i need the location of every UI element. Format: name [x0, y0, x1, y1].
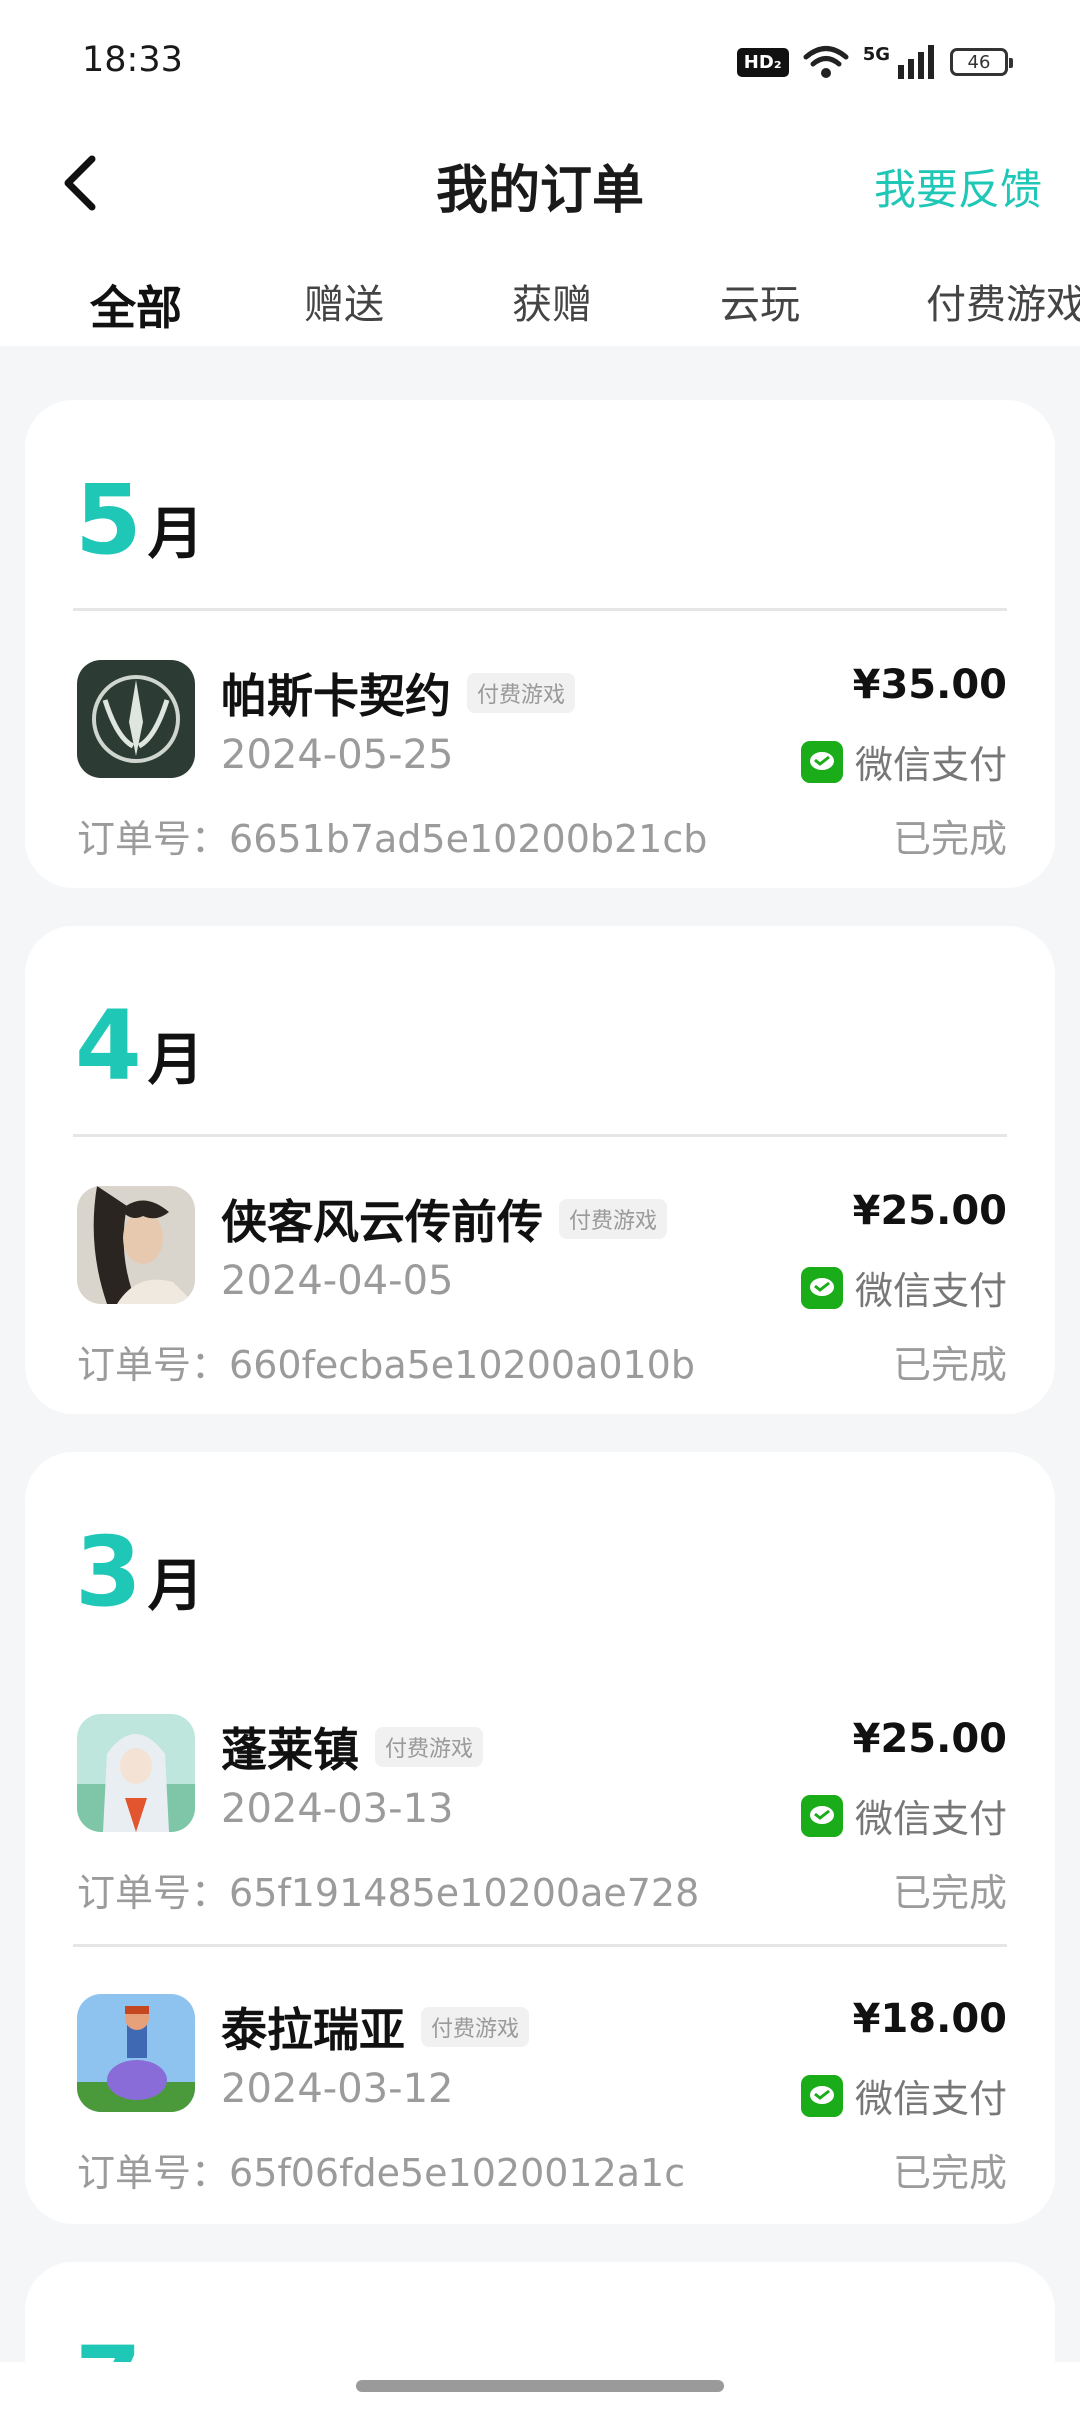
order-price: ¥35.00	[852, 662, 1007, 708]
tab-gift[interactable]: 赠送	[304, 272, 384, 330]
game-title: 蓬莱镇	[221, 1723, 359, 1777]
paid-game-tag: 付费游戏	[375, 1727, 484, 1767]
game-name: 泰拉瑞亚 付费游戏	[221, 1994, 530, 2060]
order-status: 已完成	[892, 1871, 1007, 1915]
month-unit: 月	[147, 502, 204, 567]
order-number: 订单号：65f06fde5e1020012a1c	[77, 2142, 685, 2197]
payment-method: 微信支付	[800, 2068, 1007, 2123]
payment-method: 微信支付	[800, 1788, 1007, 1843]
order-number-prefix: 订单号：	[77, 2151, 230, 2195]
month-header: 5 月	[75, 472, 204, 570]
order-item[interactable]: 侠客风云传前传 付费游戏 2024-04-05 订单号：660fecba5e10…	[25, 1186, 1055, 1426]
tab-paid-games[interactable]: 付费游戏	[926, 272, 1080, 330]
order-tabs: 全部 赠送 获赠 云玩 付费游戏	[0, 272, 1080, 342]
tab-all[interactable]: 全部	[90, 272, 182, 338]
status-time: 18:33	[82, 40, 183, 80]
order-item[interactable]: 蓬莱镇 付费游戏 2024-03-13 订单号：65f191485e10200a…	[25, 1714, 1055, 1954]
game-title: 泰拉瑞亚	[221, 2003, 405, 2057]
order-number: 订单号：65f191485e10200ae728	[77, 1862, 699, 1917]
divider	[73, 1134, 1007, 1137]
game-title: 帕斯卡契约	[221, 669, 451, 723]
signal-bars-icon	[898, 45, 934, 79]
back-arrow-icon	[64, 155, 96, 211]
month-unit: 月	[147, 1028, 204, 1093]
wechat-pay-icon	[800, 2074, 843, 2117]
order-status: 已完成	[892, 817, 1007, 861]
order-date: 2024-03-13	[221, 1786, 454, 1832]
wechat-pay-icon	[800, 1266, 843, 1309]
order-item[interactable]: 泰拉瑞亚 付费游戏 2024-03-12 订单号：65f06fde5e10200…	[25, 1994, 1055, 2234]
payment-label: 微信支付	[854, 743, 1007, 787]
payment-label: 微信支付	[854, 2077, 1007, 2121]
order-number-value: 65f191485e10200ae728	[229, 1871, 700, 1915]
battery-icon: 46	[950, 48, 1013, 76]
month-card-may: 5 月 帕斯卡契约 付费游戏 2024-05-25 订单号：6651b7ad5e…	[25, 400, 1055, 888]
order-price: ¥18.00	[852, 1996, 1007, 2042]
order-number-prefix: 订单号：	[77, 1343, 230, 1387]
order-number-prefix: 订单号：	[77, 1871, 230, 1915]
order-price: ¥25.00	[852, 1716, 1007, 1762]
battery-level: 46	[967, 51, 991, 73]
order-date: 2024-03-12	[221, 2066, 454, 2112]
month-number: 3	[75, 1516, 142, 1628]
hd-badge: HD₂	[736, 47, 789, 77]
order-date: 2024-04-05	[221, 1258, 454, 1304]
divider	[73, 1944, 1007, 1947]
month-header: 4 月	[75, 998, 204, 1096]
game-name: 帕斯卡契约 付费游戏	[221, 660, 576, 726]
month-card-april: 4 月 侠客风云传前传 付费游戏 2024-04-05 订单号：660fecba…	[25, 926, 1055, 1414]
divider	[73, 608, 1007, 611]
status-icons: HD₂ 5G 46	[736, 44, 1013, 80]
order-item[interactable]: 帕斯卡契约 付费游戏 2024-05-25 订单号：6651b7ad5e1020…	[25, 660, 1055, 900]
month-header: 3 月	[75, 1524, 204, 1622]
order-number-value: 660fecba5e10200a010b	[229, 1343, 695, 1387]
pascal-contract-game-icon	[77, 660, 195, 778]
feedback-link[interactable]: 我要反馈	[874, 156, 1042, 217]
paid-game-tag: 付费游戏	[467, 673, 576, 713]
paid-game-tag: 付费游戏	[421, 2007, 530, 2047]
wechat-pay-icon	[800, 1794, 843, 1837]
wifi-icon	[803, 46, 849, 78]
payment-label: 微信支付	[854, 1269, 1007, 1313]
paid-game-tag: 付费游戏	[559, 1199, 668, 1239]
month-number: 4	[75, 990, 142, 1102]
month-number: 5	[75, 464, 142, 576]
game-name: 蓬莱镇 付费游戏	[221, 1714, 484, 1780]
month-card-march: 3 月 蓬莱镇 付费游戏 2024-03-13 订单号：65f191485e10…	[25, 1452, 1055, 2224]
order-number-prefix: 订单号：	[77, 817, 230, 861]
tab-cloud-play[interactable]: 云玩	[720, 272, 800, 330]
payment-method: 微信支付	[800, 734, 1007, 789]
order-number-value: 65f06fde5e1020012a1c	[229, 2151, 686, 2195]
payment-method: 微信支付	[800, 1260, 1007, 1315]
order-status: 已完成	[892, 1343, 1007, 1387]
order-price: ¥25.00	[852, 1188, 1007, 1234]
back-button[interactable]	[50, 148, 110, 218]
order-date: 2024-05-25	[221, 732, 454, 778]
wechat-pay-icon	[800, 740, 843, 783]
order-number: 订单号：6651b7ad5e10200b21cb	[77, 808, 707, 863]
top-header-area: 18:33 HD₂ 5G 46 我的订单 我要反馈 全部 赠送 获赠 云玩 付费…	[0, 0, 1080, 346]
home-indicator[interactable]	[356, 2380, 724, 2392]
penglai-town-game-icon	[77, 1714, 195, 1832]
game-title: 侠客风云传前传	[221, 1195, 543, 1249]
month-unit: 月	[147, 1554, 204, 1619]
tab-all-label: 全部	[90, 281, 182, 335]
order-number-value: 6651b7ad5e10200b21cb	[229, 817, 708, 861]
terraria-game-icon	[77, 1994, 195, 2112]
network-5g-label: 5G	[862, 44, 890, 65]
order-status: 已完成	[892, 2151, 1007, 2195]
order-number: 订单号：660fecba5e10200a010b	[77, 1334, 695, 1389]
game-name: 侠客风云传前传 付费游戏	[221, 1186, 668, 1252]
payment-label: 微信支付	[854, 1797, 1007, 1841]
swordsman-game-icon	[77, 1186, 195, 1304]
tab-received[interactable]: 获赠	[512, 272, 592, 330]
